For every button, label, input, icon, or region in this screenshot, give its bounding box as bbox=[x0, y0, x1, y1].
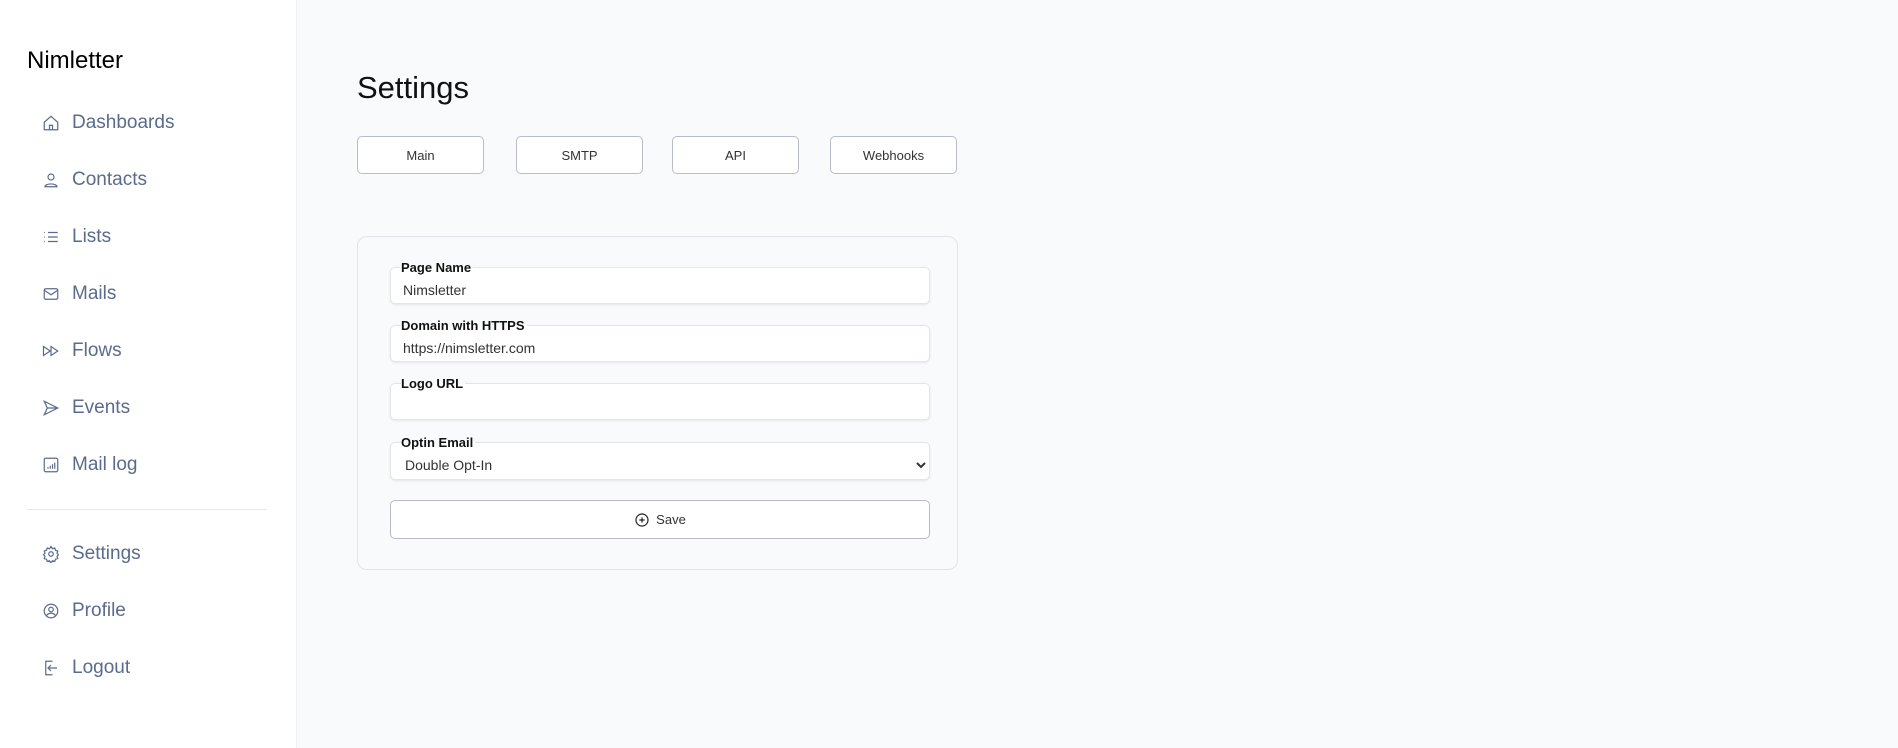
save-label: Save bbox=[656, 512, 686, 527]
page-title: Settings bbox=[357, 70, 470, 105]
tab-api[interactable]: API bbox=[672, 136, 799, 174]
sidebar-item-label: Mails bbox=[72, 283, 117, 304]
domain-label: Domain with HTTPS bbox=[401, 318, 527, 333]
optin-field: Optin Email Double Opt-In bbox=[390, 435, 930, 480]
page-name-input[interactable] bbox=[391, 278, 929, 302]
sidebar-item-logout[interactable]: Logout bbox=[42, 653, 130, 683]
logout-icon bbox=[45, 660, 57, 676]
list-icon bbox=[44, 231, 58, 243]
sidebar-item-contacts[interactable]: Contacts bbox=[42, 165, 147, 195]
gear-icon bbox=[42, 545, 60, 563]
settings-form-card: Page Name Domain with HTTPS Logo URL Opt… bbox=[357, 236, 958, 570]
page-name-label: Page Name bbox=[401, 260, 474, 275]
logo-url-input[interactable] bbox=[391, 394, 929, 418]
mail-icon bbox=[43, 288, 59, 300]
sidebar-item-flows[interactable]: Flows bbox=[42, 336, 122, 366]
domain-input[interactable] bbox=[391, 336, 929, 360]
tab-main[interactable]: Main bbox=[357, 136, 484, 174]
sidebar: Nimletter Dashboards Contacts Lists Mail… bbox=[0, 0, 297, 748]
save-button[interactable]: Save bbox=[390, 500, 930, 539]
sidebar-item-label: Profile bbox=[72, 600, 126, 621]
sidebar-item-label: Flows bbox=[72, 340, 122, 361]
sidebar-item-label: Contacts bbox=[72, 169, 147, 190]
sidebar-item-profile[interactable]: Profile bbox=[42, 596, 126, 626]
sidebar-item-label: Lists bbox=[72, 226, 112, 247]
plus-circle-icon bbox=[635, 512, 649, 527]
page-name-field: Page Name bbox=[390, 260, 930, 304]
tab-webhooks[interactable]: Webhooks bbox=[830, 136, 957, 174]
sidebar-item-label: Dashboards bbox=[72, 112, 175, 133]
domain-field: Domain with HTTPS bbox=[390, 318, 930, 362]
user-icon bbox=[44, 173, 58, 188]
sidebar-item-label: Events bbox=[72, 397, 131, 418]
chart-icon bbox=[43, 457, 59, 473]
sidebar-item-label: Logout bbox=[72, 657, 131, 678]
sidebar-item-label: Mail log bbox=[72, 454, 138, 475]
sidebar-item-settings[interactable]: Settings bbox=[42, 539, 141, 569]
sidebar-item-lists[interactable]: Lists bbox=[42, 222, 111, 252]
optin-select[interactable]: Double Opt-In bbox=[391, 453, 929, 477]
sidebar-divider bbox=[27, 509, 267, 510]
user-circle-icon bbox=[43, 603, 59, 619]
tab-smtp[interactable]: SMTP bbox=[516, 136, 643, 174]
sidebar-item-mails[interactable]: Mails bbox=[42, 279, 116, 309]
logo-url-label: Logo URL bbox=[401, 376, 466, 391]
sidebar-item-events[interactable]: Events bbox=[42, 393, 130, 423]
app-title: Nimletter bbox=[27, 47, 124, 74]
fast-forward-icon bbox=[42, 345, 59, 357]
sidebar-item-label: Settings bbox=[72, 543, 141, 564]
sidebar-item-mail-log[interactable]: Mail log bbox=[42, 450, 137, 480]
optin-label: Optin Email bbox=[401, 435, 476, 450]
sidebar-item-dashboards[interactable]: Dashboards bbox=[42, 108, 174, 138]
logo-url-field: Logo URL bbox=[390, 376, 930, 420]
send-icon bbox=[43, 399, 60, 417]
home-icon bbox=[43, 115, 59, 131]
